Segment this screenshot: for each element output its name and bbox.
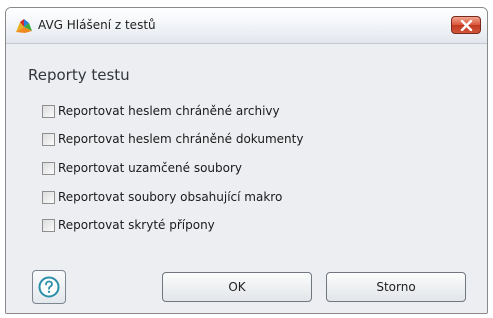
help-button[interactable] — [32, 270, 66, 304]
option-password-archives[interactable]: Reportovat heslem chráněné archivy — [42, 102, 280, 120]
option-locked-files[interactable]: Reportovat uzamčené soubory — [42, 159, 242, 177]
checkbox[interactable] — [42, 218, 55, 232]
title-bar[interactable]: AVG Hlášení z testů — [6, 8, 487, 44]
option-label: Reportovat skryté přípony — [58, 218, 215, 232]
close-button[interactable] — [451, 16, 481, 34]
dialog-content: Reporty testu Reportovat heslem chráněné… — [6, 44, 487, 313]
section-title: Reporty testu — [28, 66, 130, 84]
checkbox[interactable] — [42, 104, 55, 118]
checkbox[interactable] — [42, 190, 55, 204]
dialog-window: AVG Hlášení z testů Reporty testu Report… — [5, 7, 488, 314]
option-label: Reportovat heslem chráněné archivy — [58, 104, 280, 118]
avg-logo-icon — [15, 18, 33, 34]
option-password-documents[interactable]: Reportovat heslem chráněné dokumenty — [42, 130, 303, 148]
close-icon — [460, 20, 473, 31]
help-icon — [38, 276, 60, 298]
ok-button[interactable]: OK — [162, 272, 312, 302]
option-label: Reportovat uzamčené soubory — [58, 161, 243, 175]
option-label: Reportovat soubory obsahující makro — [58, 190, 283, 204]
window-title: AVG Hlášení z testů — [38, 18, 156, 32]
option-hidden-extensions[interactable]: Reportovat skryté přípony — [42, 216, 215, 234]
option-macro-files[interactable]: Reportovat soubory obsahující makro — [42, 188, 282, 206]
option-label: Reportovat heslem chráněné dokumenty — [58, 132, 304, 146]
checkbox[interactable] — [42, 132, 55, 146]
checkbox[interactable] — [42, 161, 55, 175]
cancel-button[interactable]: Storno — [326, 272, 466, 302]
